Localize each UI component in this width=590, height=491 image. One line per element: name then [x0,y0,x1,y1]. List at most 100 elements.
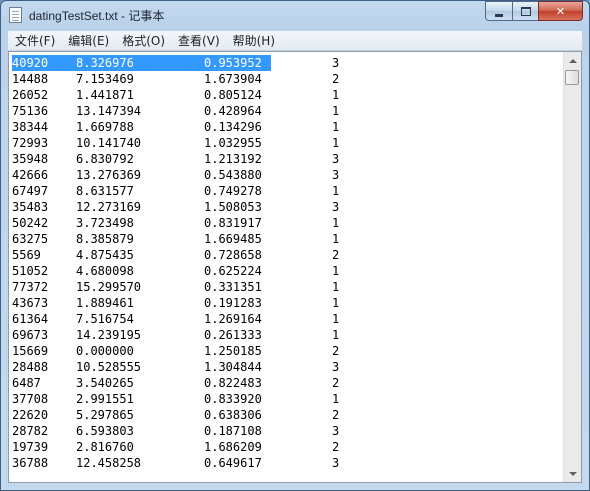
field-label: 2 [332,72,340,86]
field-value-b: 1.213192 [204,152,262,166]
field-value-b: 1.269164 [204,312,262,326]
field-label: 3 [332,456,340,470]
field-value-a: 13.147394 [76,104,142,118]
scroll-down-button[interactable] [564,465,581,482]
field-value-b: 0.728658 [204,248,262,262]
field-id: 19739 [12,440,49,454]
field-label: 1 [332,264,340,278]
field-label: 2 [332,440,340,454]
field-id: 43673 [12,296,49,310]
field-value-b: 0.833920 [204,392,262,406]
field-value-a: 6.830792 [76,152,134,166]
field-label: 2 [332,408,340,422]
field-value-b: 0.134296 [204,120,262,134]
field-value-b: 0.331351 [204,280,262,294]
field-label: 2 [332,344,340,358]
field-value-b: 0.953952 [204,56,262,70]
field-value-a: 0.000000 [76,344,134,358]
field-id: 51052 [12,264,49,278]
text-line[interactable]: 75136 13.147394 0.428964 1 [12,103,564,119]
text-line[interactable]: 63275 8.385879 1.669485 1 [12,231,564,247]
menu-edit[interactable]: 编辑(E) [61,32,115,49]
title-bar[interactable]: datingTestSet.txt - 记事本 ✕ [1,1,589,29]
text-line[interactable]: 40920 8.326976 0.953952 3 [12,55,564,71]
text-line[interactable]: 36788 12.458258 0.649617 3 [12,455,564,471]
field-id: 22620 [12,408,49,422]
field-label: 3 [332,152,340,166]
text-line[interactable]: 43673 1.889461 0.191283 1 [12,295,564,311]
menu-help[interactable]: 帮助(H) [226,32,281,49]
field-id: 50242 [12,216,49,230]
field-id: 72993 [12,136,49,150]
text-line[interactable]: 37708 2.991551 0.833920 1 [12,391,564,407]
field-value-a: 2.816760 [76,440,134,454]
field-value-b: 0.428964 [204,104,262,118]
text-line[interactable]: 35483 12.273169 1.508053 3 [12,199,564,215]
minimize-icon [495,13,503,17]
menu-format[interactable]: 格式(O) [115,32,171,49]
field-id: 14488 [12,72,49,86]
field-value-b: 0.261333 [204,328,262,342]
maximize-button[interactable] [512,1,538,21]
text-line[interactable]: 26052 1.441871 0.805124 1 [12,87,564,103]
field-value-a: 5.297865 [76,408,134,422]
field-value-a: 2.991551 [76,392,134,406]
field-value-a: 6.593803 [76,424,134,438]
field-id: 77372 [12,280,49,294]
field-id: 61364 [12,312,49,326]
text-line[interactable]: 15669 0.000000 1.250185 2 [12,343,564,359]
text-line[interactable]: 38344 1.669788 0.134296 1 [12,119,564,135]
text-line[interactable]: 22620 5.297865 0.638306 2 [12,407,564,423]
close-button[interactable]: ✕ [538,1,583,21]
field-label: 3 [332,56,340,70]
field-label: 1 [332,392,340,406]
field-value-b: 1.032955 [204,136,262,150]
text-line[interactable]: 19739 2.816760 1.686209 2 [12,439,564,455]
notepad-icon[interactable] [9,7,22,23]
text-line[interactable]: 51052 4.680098 0.625224 1 [12,263,564,279]
text-line[interactable]: 50242 3.723498 0.831917 1 [12,215,564,231]
menu-bar: 文件(F) 编辑(E) 格式(O) 查看(V) 帮助(H) [8,31,582,51]
field-value-a: 7.516754 [76,312,134,326]
field-id: 38344 [12,120,49,134]
field-value-a: 3.723498 [76,216,134,230]
scroll-up-button[interactable] [564,52,581,69]
menu-view[interactable]: 查看(V) [171,32,226,49]
menu-file[interactable]: 文件(F) [8,32,61,49]
vertical-scrollbar[interactable] [563,52,581,482]
field-id: 6487 [12,376,41,390]
field-value-b: 0.822483 [204,376,262,390]
field-label: 1 [332,88,340,102]
text-line[interactable]: 28488 10.528555 1.304844 3 [12,359,564,375]
minimize-button[interactable] [485,1,512,21]
text-editor: 40920 8.326976 0.953952 3 14488 7.153469 1.673… [8,51,582,483]
field-label: 1 [332,280,340,294]
text-line[interactable]: 72993 10.141740 1.032955 1 [12,135,564,151]
text-line[interactable]: 69673 14.239195 0.261333 1 [12,327,564,343]
text-line[interactable]: 14488 7.153469 1.673904 2 [12,71,564,87]
field-value-b: 0.831917 [204,216,262,230]
field-label: 2 [332,376,340,390]
text-line[interactable]: 5569 4.875435 0.728658 2 [12,247,564,263]
text-line[interactable]: 61364 7.516754 1.269164 1 [12,311,564,327]
field-id: 69673 [12,328,49,342]
field-label: 1 [332,216,340,230]
field-label: 1 [332,312,340,326]
text-line[interactable]: 35948 6.830792 1.213192 3 [12,151,564,167]
field-value-a: 12.458258 [76,456,142,470]
text-line[interactable]: 42666 13.276369 0.543880 3 [12,167,564,183]
text-area[interactable]: 40920 8.326976 0.953952 3 14488 7.153469 1.673… [9,52,564,482]
notepad-window: datingTestSet.txt - 记事本 ✕ 文件(F) 编辑(E) 格式… [0,0,590,491]
field-label: 3 [332,360,340,374]
field-value-b: 1.673904 [204,72,262,86]
text-line[interactable]: 28782 6.593803 0.187108 3 [12,423,564,439]
scroll-thumb[interactable] [565,70,579,85]
text-line[interactable]: 67497 8.631577 0.749278 1 [12,183,564,199]
field-label: 3 [332,168,340,182]
field-value-b: 0.625224 [204,264,262,278]
text-line[interactable]: 6487 3.540265 0.822483 2 [12,375,564,391]
field-id: 42666 [12,168,49,182]
field-value-a: 1.669788 [76,120,134,134]
field-value-b: 1.669485 [204,232,262,246]
text-line[interactable]: 77372 15.299570 0.331351 1 [12,279,564,295]
